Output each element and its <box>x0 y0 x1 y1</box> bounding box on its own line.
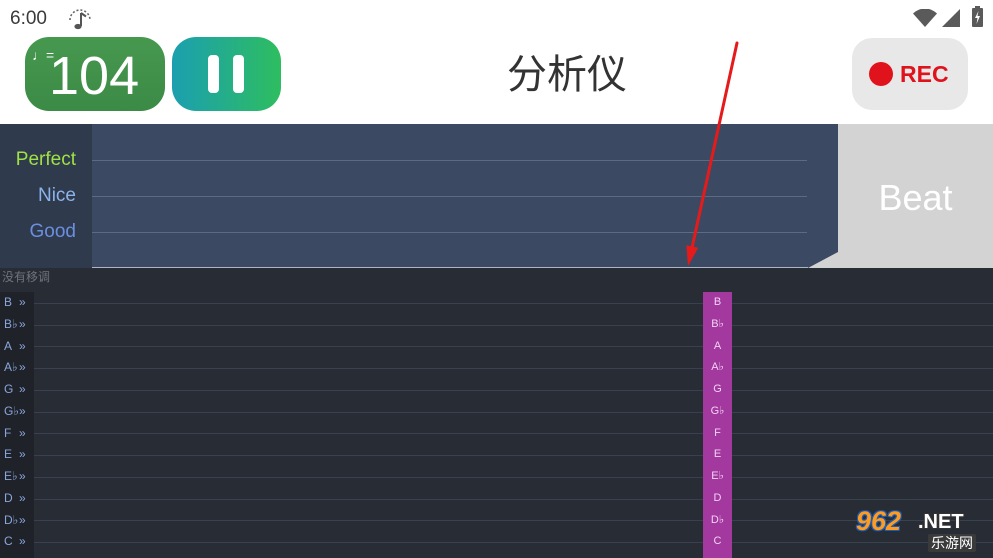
note-name: A <box>4 338 13 353</box>
highlighted-note: E <box>713 448 722 461</box>
highlighted-note: D <box>713 491 722 504</box>
note-name: D <box>4 490 13 505</box>
note-shift-indicator: » <box>19 360 26 375</box>
note-name: C <box>4 534 13 549</box>
note-name: G♭ <box>4 403 19 418</box>
note-row-line <box>34 520 993 522</box>
note-shift-indicator: » <box>19 425 26 440</box>
accuracy-timeline <box>92 124 838 268</box>
tempo-bpm-value: 104 <box>49 46 140 106</box>
note-row-label: G» <box>0 379 34 401</box>
accuracy-labels: Perfect Nice Good <box>0 124 92 268</box>
note-name: F <box>4 425 12 440</box>
watermark-suffix: .NET <box>918 511 964 533</box>
perfect-line <box>92 160 807 161</box>
note-shift-indicator: » <box>19 403 26 418</box>
note-shift-indicator: » <box>19 490 26 505</box>
note-row-label: B» <box>0 292 34 314</box>
note-name: E♭ <box>4 469 18 483</box>
pause-button[interactable] <box>172 37 281 111</box>
note-name: E <box>4 447 13 462</box>
note-shift-indicator: » <box>19 338 26 353</box>
note-row-label: E» <box>0 444 34 466</box>
note-row-line <box>34 455 993 457</box>
nice-line <box>92 196 807 197</box>
note-row-line <box>34 324 993 326</box>
note-row-label: E♭» <box>0 466 34 488</box>
watermark-number: 962 <box>856 506 902 536</box>
note-name: B♭ <box>4 316 18 331</box>
battery-charging-icon <box>972 6 983 27</box>
beat-label: Beat <box>878 177 953 218</box>
note-row-line <box>34 433 993 435</box>
highlighted-note: G <box>713 383 722 395</box>
note-row-label: D♭» <box>0 510 34 532</box>
note-row-line <box>34 498 993 500</box>
note-row-label: C» <box>0 531 34 553</box>
highlighted-note: D♭ <box>710 513 725 526</box>
accuracy-nice-label: Nice <box>37 185 76 206</box>
page-title: 分析仪 <box>507 53 627 97</box>
note-name: B <box>4 295 13 309</box>
highlighted-note: A <box>713 339 722 352</box>
highlighted-note: B <box>713 296 722 308</box>
note-row-label: A» <box>0 336 34 358</box>
current-position-column: B B♭ A A♭ G G♭ F E E♭ D D♭ C <box>703 292 732 558</box>
accuracy-good-label: Good <box>29 221 76 242</box>
note-row-line <box>34 302 993 304</box>
note-grid <box>34 292 993 558</box>
note-row-line <box>34 476 993 478</box>
record-button[interactable]: REC <box>852 38 968 110</box>
status-time: 6:00 <box>10 8 47 29</box>
note-row-line <box>34 411 993 413</box>
watermark-site: 乐游网 <box>928 534 976 552</box>
note-shift-indicator: » <box>19 447 26 462</box>
cellular-signal-icon <box>942 9 960 27</box>
pause-icon <box>172 37 281 111</box>
note-row-label: A♭» <box>0 357 34 379</box>
note-row-label: F» <box>0 423 34 445</box>
note-name: A♭ <box>4 360 18 375</box>
highlighted-note: C <box>713 535 722 548</box>
note-shift-indicator: » <box>19 469 26 483</box>
note-shift-indicator: » <box>19 316 26 331</box>
transpose-status: 没有移调 <box>2 270 51 284</box>
record-label: REC <box>900 61 949 87</box>
note-row-label: D» <box>0 488 34 510</box>
note-shift-indicator: » <box>19 512 26 527</box>
metronome-icon <box>69 9 91 30</box>
watermark-logo: 962 .NET 乐游网 <box>852 506 990 554</box>
note-name: D♭ <box>4 512 19 527</box>
record-dot-icon <box>869 62 893 86</box>
highlighted-note: B♭ <box>711 317 724 330</box>
note-row-line <box>34 389 993 391</box>
highlighted-note: G♭ <box>710 404 725 417</box>
note-row-label: B♭» <box>0 314 34 336</box>
note-shift-indicator: » <box>19 382 26 396</box>
highlighted-note: A♭ <box>711 361 724 374</box>
note-row-line <box>34 368 993 370</box>
note-row-line <box>34 542 993 544</box>
note-shift-indicator: » <box>19 534 26 549</box>
good-line <box>92 232 807 233</box>
note-label-column: B» B♭» A» A♭» G» G♭» F» E» E♭» D» D♭» C» <box>0 292 34 558</box>
note-name: G <box>4 382 14 396</box>
highlighted-note: F <box>714 426 721 439</box>
note-row-line <box>34 346 993 348</box>
note-row-label: G♭» <box>0 401 34 423</box>
wifi-icon <box>913 9 937 27</box>
highlighted-note: E♭ <box>711 470 724 482</box>
accuracy-perfect-label: Perfect <box>15 149 76 170</box>
tempo-button[interactable]: ♩= 104 <box>25 37 165 111</box>
note-shift-indicator: » <box>19 295 26 309</box>
